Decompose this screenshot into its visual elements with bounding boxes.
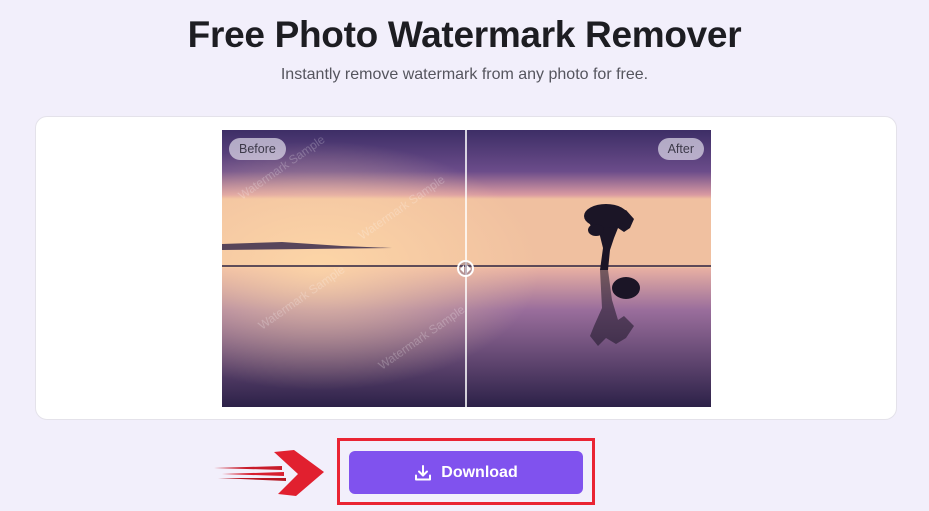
before-label: Before [229, 138, 286, 160]
download-button[interactable]: Download [349, 451, 583, 494]
download-icon [415, 464, 432, 480]
before-after-comparison[interactable]: Watermark Sample Watermark Sample Waterm… [222, 130, 711, 407]
drag-arrows-icon [460, 265, 471, 273]
page-title: Free Photo Watermark Remover [187, 14, 742, 55]
page-subtitle: Instantly remove watermark from any phot… [280, 66, 649, 83]
after-label: After [657, 138, 704, 160]
download-label: Download [441, 463, 518, 481]
arrow-right-icon [214, 450, 324, 496]
slider-handle[interactable] [457, 260, 474, 277]
